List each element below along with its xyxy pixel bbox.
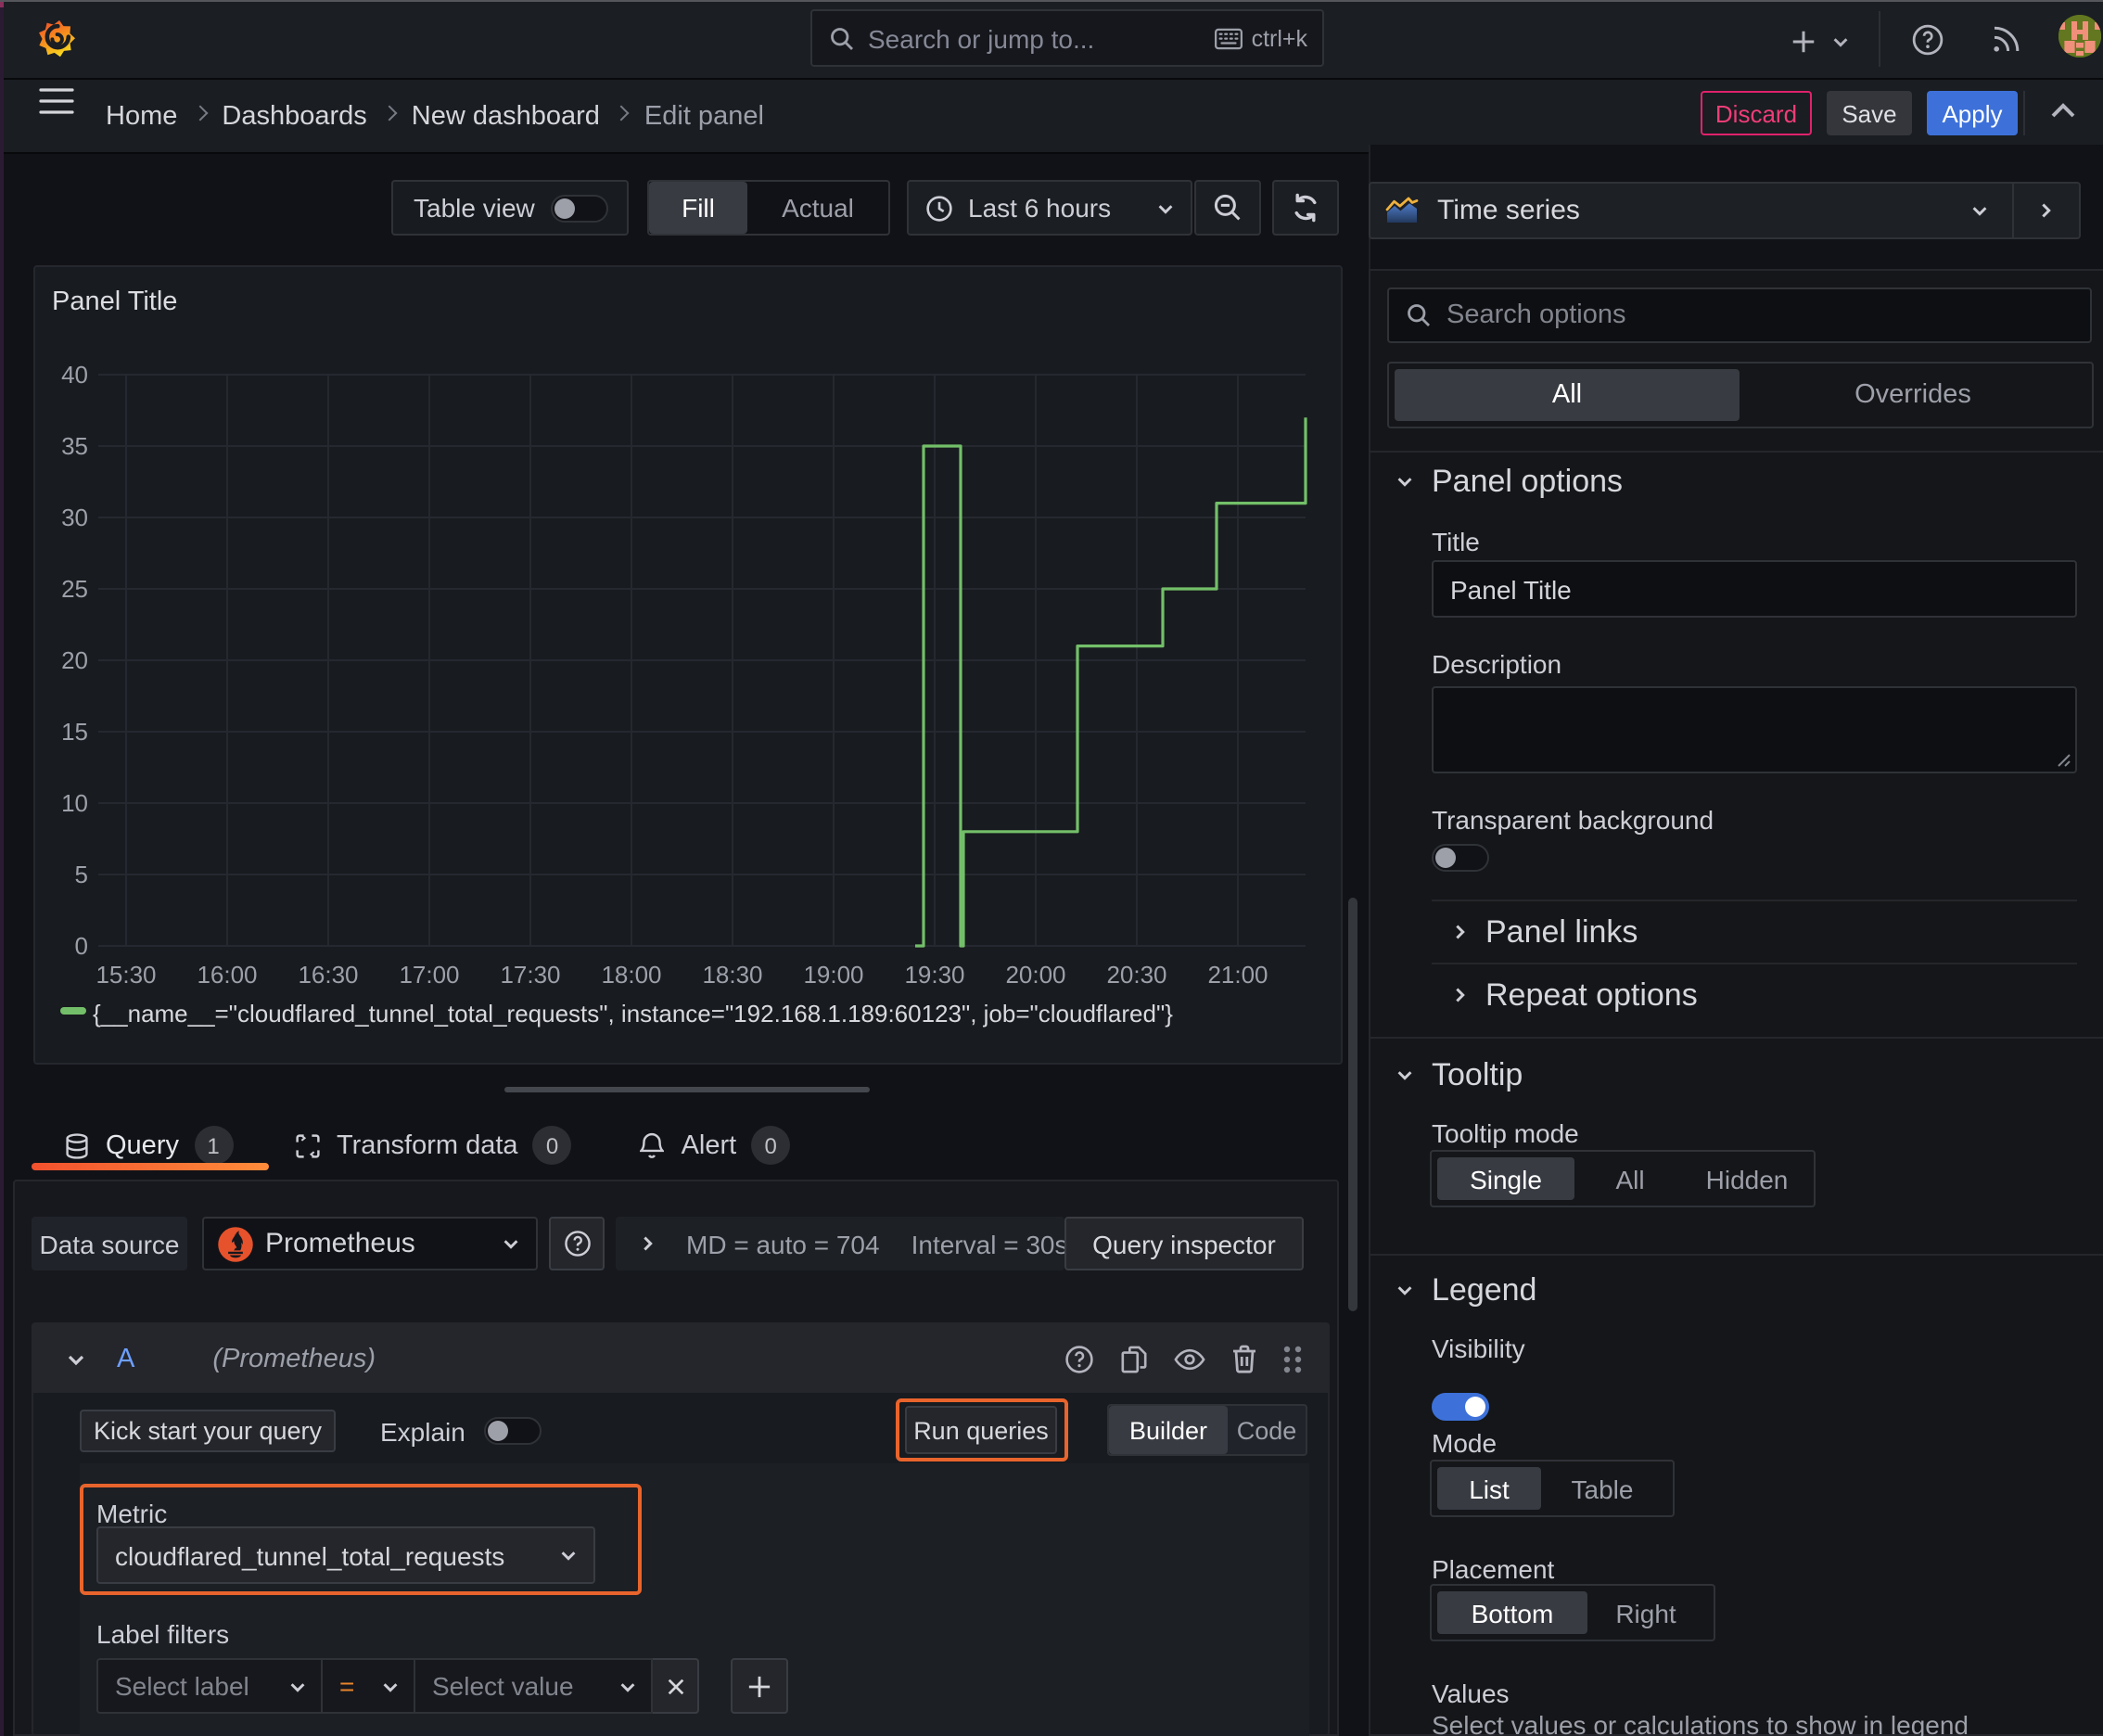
svg-text:21:00: 21:00 — [1207, 961, 1268, 989]
svg-text:35: 35 — [61, 432, 88, 460]
svg-text:19:00: 19:00 — [803, 961, 863, 989]
svg-text:20:30: 20:30 — [1106, 961, 1166, 989]
svg-text:18:00: 18:00 — [601, 961, 661, 989]
svg-text:16:30: 16:30 — [298, 961, 358, 989]
svg-text:15:30: 15:30 — [96, 961, 156, 989]
svg-text:18:30: 18:30 — [702, 961, 762, 989]
svg-text:20:00: 20:00 — [1005, 961, 1065, 989]
svg-text:25: 25 — [61, 575, 88, 603]
svg-text:19:30: 19:30 — [904, 961, 964, 989]
svg-text:15: 15 — [61, 718, 88, 746]
svg-text:17:30: 17:30 — [500, 961, 560, 989]
svg-text:17:00: 17:00 — [399, 961, 459, 989]
svg-text:40: 40 — [61, 361, 88, 389]
svg-text:16:00: 16:00 — [197, 961, 257, 989]
svg-text:30: 30 — [61, 504, 88, 531]
svg-text:10: 10 — [61, 789, 88, 817]
svg-text:5: 5 — [75, 861, 88, 888]
svg-text:20: 20 — [61, 646, 88, 674]
svg-text:0: 0 — [75, 932, 88, 960]
svg-text:{__name__="cloudflared_tunnel_: {__name__="cloudflared_tunnel_total_requ… — [93, 1000, 1173, 1028]
